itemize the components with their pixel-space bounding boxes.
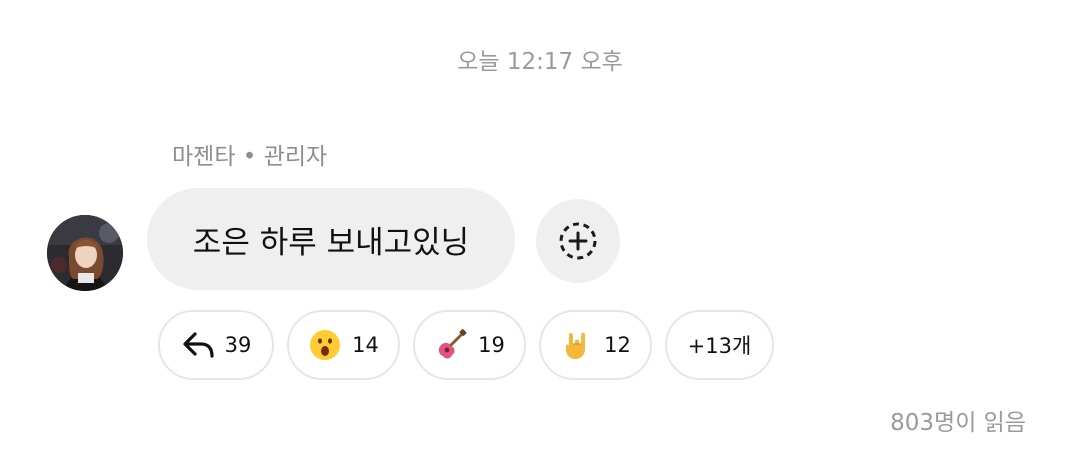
surprised-face-icon xyxy=(308,328,342,362)
reaction-chip-surprised[interactable]: 14 xyxy=(287,310,400,380)
more-reactions-chip[interactable]: +13개 xyxy=(665,310,774,380)
sender-name: 마젠타 xyxy=(172,144,236,170)
reaction-bar: 39 14 19 12 +13개 xyxy=(158,310,774,380)
reply-arrow-icon xyxy=(181,328,215,362)
guitar-icon xyxy=(434,328,468,362)
surprised-count: 14 xyxy=(352,333,379,357)
reaction-chip-rock-hand[interactable]: 12 xyxy=(539,310,652,380)
reply-chip[interactable]: 39 xyxy=(158,310,274,380)
more-reactions-label: +13개 xyxy=(687,334,752,358)
message-text: 조은 하루 보내고있닝 xyxy=(192,224,470,261)
read-receipt-count: 803명이 읽음 xyxy=(890,410,1026,436)
add-reaction-button[interactable] xyxy=(536,199,620,283)
sender-separator: • xyxy=(235,144,264,170)
avatar[interactable] xyxy=(47,215,123,291)
sender-line: 마젠타 • 관리자 xyxy=(172,137,327,171)
sender-role: 관리자 xyxy=(263,144,328,170)
message-timestamp: 오늘 12:17 오후 xyxy=(457,49,623,75)
add-reaction-icon xyxy=(559,222,597,260)
rock-hand-icon xyxy=(560,328,594,362)
reply-count: 39 xyxy=(224,333,252,357)
avatar-image xyxy=(47,215,123,291)
message-bubble[interactable]: 조은 하루 보내고있닝 xyxy=(147,188,515,290)
reaction-chip-guitar[interactable]: 19 xyxy=(413,310,526,380)
rock-hand-count: 12 xyxy=(604,333,631,357)
guitar-count: 19 xyxy=(478,333,505,357)
